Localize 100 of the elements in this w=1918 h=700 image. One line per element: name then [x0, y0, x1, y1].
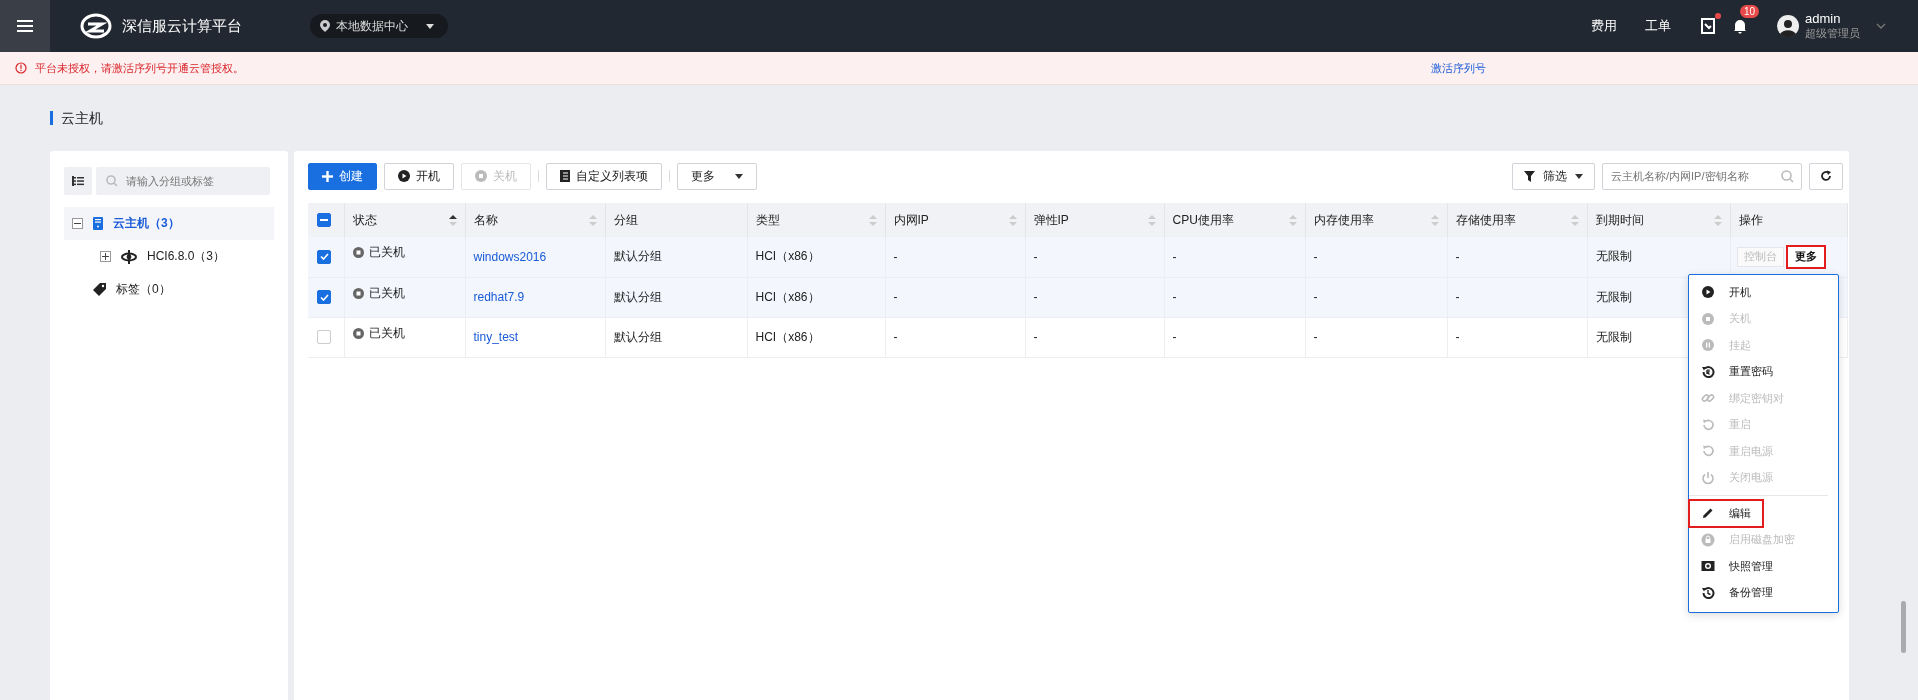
camera-icon	[1701, 559, 1715, 574]
history-icon	[1701, 585, 1715, 600]
caret-icon	[426, 23, 434, 29]
table-cell: -	[893, 249, 898, 264]
column-header[interactable]: 弹性IP	[1025, 203, 1164, 237]
check-icon	[319, 253, 329, 261]
column-header[interactable]: CPU使用率	[1164, 203, 1305, 237]
table-cell: -	[1033, 330, 1038, 344]
nav-link[interactable]: 费用	[1591, 17, 1617, 35]
tree-item[interactable]: 云主机（3）	[64, 207, 274, 240]
column-header: 分组	[605, 203, 747, 237]
menu-item[interactable]: 编辑	[1689, 500, 1763, 527]
vm-name-link[interactable]: redhat7.9	[473, 290, 525, 304]
column-header[interactable]: 到期时间	[1587, 203, 1730, 237]
search-field[interactable]: 云主机名称/内网IP/密钥名称	[1602, 162, 1802, 190]
table-cell: -	[1455, 290, 1460, 304]
info-icon	[15, 62, 27, 74]
table-cell: -	[1172, 249, 1177, 264]
table-cell: -	[1313, 290, 1318, 304]
tag-icon	[93, 283, 106, 296]
server-icon	[93, 217, 103, 230]
sort-icon	[448, 214, 457, 226]
table-cell: -	[893, 330, 898, 344]
table-cell: -	[1455, 330, 1460, 344]
refresh-icon	[1820, 170, 1832, 182]
sort-icon	[1570, 214, 1579, 226]
play-icon	[1701, 285, 1715, 300]
notification-badge: 10	[1740, 5, 1760, 18]
sort-icon	[588, 214, 597, 226]
row-checkbox[interactable]	[317, 290, 331, 304]
vm-name-link[interactable]: windows2016	[473, 249, 547, 264]
lock-icon	[1701, 532, 1715, 547]
column-header[interactable]: 内网IP	[885, 203, 1025, 237]
list-icon	[72, 176, 84, 186]
columns-button[interactable]: 自定义列表项	[546, 162, 662, 190]
plus-icon	[322, 170, 333, 182]
chevron-down-icon[interactable]	[1876, 23, 1886, 29]
more-button[interactable]: 更多	[1787, 246, 1824, 267]
activate-link[interactable]: 激活序列号	[1431, 60, 1486, 76]
table-cell: -	[1172, 290, 1177, 304]
refresh-button[interactable]	[1809, 162, 1843, 190]
sort-icon	[1430, 214, 1439, 226]
table-cell: -	[893, 290, 898, 304]
row-checkbox[interactable]	[317, 249, 331, 264]
table-cell: HCI（x86）	[755, 329, 820, 344]
user-role: 超级管理员	[1805, 26, 1860, 41]
column-header[interactable]: 存储使用率	[1447, 203, 1587, 237]
filter-icon	[1524, 170, 1535, 182]
column-header[interactable]: 名称	[465, 203, 605, 237]
table-cell: -	[1455, 249, 1460, 264]
select-all-checkbox[interactable]	[317, 213, 331, 227]
column-header[interactable]: 状态	[344, 203, 465, 237]
report-button[interactable]	[1699, 16, 1717, 36]
logo-icon	[80, 13, 112, 39]
vm-name-link[interactable]: tiny_test	[473, 330, 519, 344]
table-cell: 无限制	[1595, 289, 1632, 304]
status-text: 已关机	[368, 244, 405, 262]
search-icon	[1781, 169, 1794, 183]
expand-icon[interactable]	[100, 251, 111, 262]
avatar-icon	[1777, 15, 1799, 37]
column-header: 操作	[1730, 203, 1847, 237]
menu-item[interactable]: 快照管理	[1689, 553, 1785, 580]
user-name: admin	[1805, 11, 1842, 26]
caret-icon	[735, 173, 743, 179]
tree-item[interactable]: HCI6.8.0（3）	[64, 240, 274, 273]
more-button[interactable]: 更多	[677, 162, 757, 190]
collapse-icon[interactable]	[72, 218, 83, 229]
tree-view-button[interactable]	[64, 167, 92, 195]
reset-icon	[1701, 364, 1715, 379]
menu-item[interactable]: 重置密码	[1689, 358, 1785, 385]
restart-icon	[1701, 417, 1715, 432]
nav-link[interactable]: 工单	[1645, 17, 1671, 35]
product-name: 深信服云计算平台	[122, 16, 242, 36]
pause-icon	[1701, 338, 1715, 353]
start-button[interactable]: 开机	[384, 162, 454, 190]
cluster-icon	[121, 249, 137, 264]
menu-item[interactable]: 备份管理	[1689, 579, 1785, 606]
restart-icon	[1701, 444, 1715, 459]
menu-button[interactable]	[0, 0, 50, 52]
status-text: 已关机	[368, 324, 405, 342]
menu-item[interactable]: 开机	[1689, 279, 1763, 306]
menu-icon	[17, 19, 33, 33]
location-pin-icon	[320, 20, 330, 32]
tree-item[interactable]: 标签（0）	[64, 273, 274, 306]
datacenter-selector[interactable]: 本地数据中心	[310, 14, 448, 38]
table-cell: 默认分组	[613, 289, 662, 304]
sort-icon	[1288, 214, 1297, 226]
column-header[interactable]: 内存使用率	[1305, 203, 1447, 237]
table-cell: HCI（x86）	[755, 289, 820, 304]
column-header[interactable]: 类型	[747, 203, 885, 237]
alert-message: 平台未授权，请激活序列号开通云管授权。	[35, 60, 244, 76]
power-icon	[1701, 470, 1715, 485]
table-cell: 默认分组	[613, 329, 662, 344]
filter-button[interactable]: 筛选	[1512, 162, 1595, 190]
table-cell: 默认分组	[613, 249, 662, 264]
create-button[interactable]: 创建	[308, 162, 377, 190]
stopped-icon	[352, 287, 364, 299]
scrollbar[interactable]	[1901, 601, 1906, 653]
search-field[interactable]: 请输入分组或标签	[96, 167, 270, 195]
page-title: 云主机	[50, 111, 103, 125]
